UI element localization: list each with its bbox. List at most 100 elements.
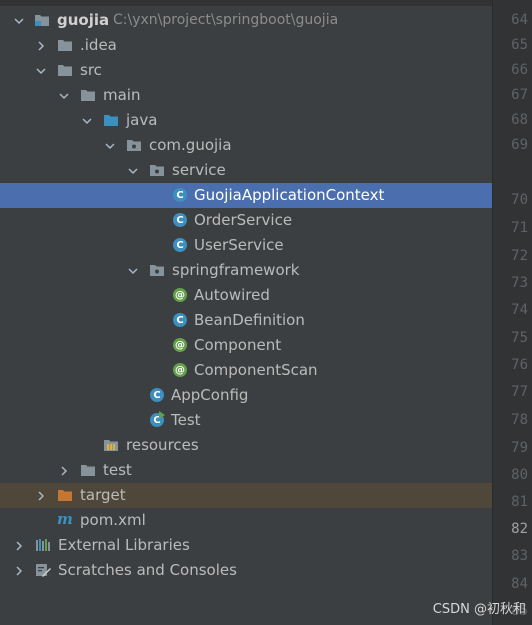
tree-label: springframework [172,261,300,279]
library-icon [35,537,51,553]
editor-line-gutter: 64 65 66 67 68 69 70 71 72 73 74 75 76 7… [492,0,532,625]
folder-icon [57,37,73,53]
chevron-down-icon[interactable] [57,83,71,108]
line-number: 69 [511,137,528,153]
chevron-right-icon[interactable] [34,33,48,58]
tree-label: .idea [80,36,117,54]
tree-row-component[interactable]: @ Component [0,333,492,358]
package-icon [149,162,165,178]
tree-row-pom-xml[interactable]: m pom.xml [0,508,492,533]
class-icon: C [172,212,188,228]
project-path: C:\yxn\project\springboot\guojia [113,12,339,28]
tree-row-resources[interactable]: resources [0,433,492,458]
line-number: 76 [511,357,528,373]
tree-row-app-config[interactable]: C AppConfig [0,383,492,408]
tree-label: test [103,461,132,479]
line-number: 64 [511,12,528,28]
line-number: 68 [511,112,528,128]
tree-label: UserService [194,236,284,254]
chevron-right-icon[interactable] [12,533,26,558]
tree-row-component-scan[interactable]: @ ComponentScan [0,358,492,383]
runnable-class-icon: C [149,411,165,428]
line-number: 72 [511,248,528,264]
maven-icon: m [57,510,73,528]
folder-icon [57,62,73,78]
tree-row-test-class[interactable]: C Test [0,408,492,433]
line-number: 78 [511,412,528,428]
tree-row-guojia[interactable]: guojia C:\yxn\project\springboot\guojia [0,8,492,33]
tree-row-order-service[interactable]: C OrderService [0,208,492,233]
tree-label: Component [194,336,282,354]
scratches-icon [35,562,51,578]
line-number: 80 [511,467,528,483]
tree-row-guojia-application-context[interactable]: C GuojiaApplicationContext [0,183,492,208]
tree-row-main[interactable]: main [0,83,492,108]
tree-row-user-service[interactable]: C UserService [0,233,492,258]
tree-label: Scratches and Consoles [58,561,237,579]
class-icon: C [172,187,188,203]
tree-label: pom.xml [80,511,146,529]
tree-row-autowired[interactable]: @ Autowired [0,283,492,308]
line-number: 81 [511,494,528,510]
tree-label: OrderService [194,211,293,229]
chevron-right-icon[interactable] [34,483,48,508]
class-icon: C [149,387,165,403]
folder-icon [80,462,96,478]
chevron-down-icon[interactable] [103,133,117,158]
line-number: 74 [511,302,528,318]
tree-row-test-folder[interactable]: test [0,458,492,483]
line-number: 75 [511,330,528,346]
tree-label: ComponentScan [194,361,318,379]
annotation-icon: @ [173,363,187,377]
tree-label: service [172,161,226,179]
line-number: 71 [511,220,528,236]
tool-window-header-strip [0,0,492,6]
line-number: 83 [511,548,528,564]
chevron-right-icon[interactable] [57,458,71,483]
tree-label: Test [171,411,201,429]
class-icon: C [172,237,188,253]
tree-row-service[interactable]: service [0,158,492,183]
line-number: 79 [511,440,528,456]
line-number: 77 [511,384,528,400]
source-folder-icon [103,112,119,128]
tree-row-scratches-and-consoles[interactable]: Scratches and Consoles [0,558,492,583]
tree-row-src[interactable]: src [0,58,492,83]
tree-label: java [126,111,158,129]
tree-label: External Libraries [58,536,190,554]
line-number: 70 [511,192,528,208]
tree-label: AppConfig [171,386,249,404]
tree-label: guojia [57,11,110,29]
tree-label: target [80,486,126,504]
tree-row-idea[interactable]: .idea [0,33,492,58]
chevron-down-icon[interactable] [34,58,48,83]
tree-label: com.guojia [149,136,232,154]
tree-row-java[interactable]: java [0,108,492,133]
line-number: 66 [511,62,528,78]
csdn-watermark: CSDN @初秋和 [432,602,526,617]
tree-row-target[interactable]: target [0,483,492,508]
chevron-down-icon[interactable] [12,8,26,33]
class-icon: C [172,312,188,328]
tree-label: main [103,86,141,104]
folder-icon [80,87,96,103]
excluded-folder-icon [57,487,73,503]
annotation-icon: @ [173,338,187,352]
tree-row-springframework[interactable]: springframework [0,258,492,283]
chevron-right-icon[interactable] [12,558,26,583]
tree-row-com-guojia[interactable]: com.guojia [0,133,492,158]
project-tree-panel: guojia C:\yxn\project\springboot\guojia … [0,0,492,625]
line-number: 84 [511,576,528,592]
tree-label: src [80,61,102,79]
tree-row-bean-definition[interactable]: C BeanDefinition [0,308,492,333]
chevron-down-icon[interactable] [126,158,140,183]
line-number-current: 82 [511,521,528,537]
chevron-down-icon[interactable] [126,258,140,283]
tree-label: resources [126,436,199,454]
package-icon [126,137,142,153]
tree-row-external-libraries[interactable]: External Libraries [0,533,492,558]
annotation-icon: @ [173,288,187,302]
tree-label: Autowired [194,286,270,304]
line-number: 65 [511,37,528,53]
chevron-down-icon[interactable] [80,108,94,133]
